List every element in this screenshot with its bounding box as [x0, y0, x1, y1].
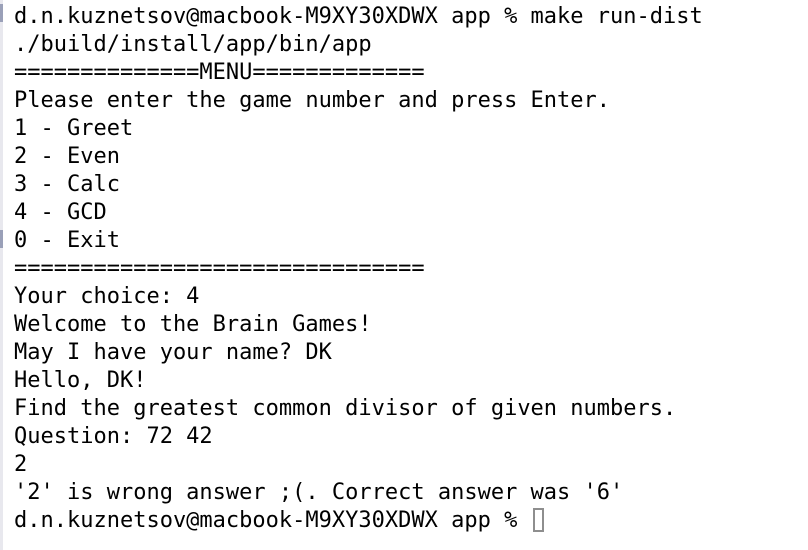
- menu-option-gcd: 4 - GCD: [14, 200, 107, 225]
- prompt-line[interactable]: d.n.kuznetsov@macbook-M9XY30XDWX app %: [14, 507, 703, 535]
- game-rules-line: Find the greatest common divisor of give…: [14, 396, 677, 421]
- greeting-line: Hello, DK!: [14, 368, 147, 393]
- terminal-window[interactable]: d.n.kuznetsov@macbook-M9XY30XDWX app % m…: [0, 0, 808, 550]
- shell-prompt: d.n.kuznetsov@macbook-M9XY30XDWX app %: [14, 508, 531, 533]
- command-line: d.n.kuznetsov@macbook-M9XY30XDWX app % m…: [14, 4, 703, 29]
- menu-header: ==============MENU=============: [14, 60, 425, 85]
- welcome-line: Welcome to the Brain Games!: [14, 312, 372, 337]
- menu-option-calc: 3 - Calc: [14, 172, 120, 197]
- terminal-output: d.n.kuznetsov@macbook-M9XY30XDWX app % m…: [14, 3, 703, 535]
- menu-footer: ===============================: [14, 256, 425, 281]
- text-cursor[interactable]: [532, 508, 544, 532]
- question-line: Question: 72 42: [14, 424, 213, 449]
- name-prompt-line: May I have your name? DK: [14, 340, 332, 365]
- window-edge-marker: [0, 230, 3, 248]
- menu-instruction: Please enter the game number and press E…: [14, 88, 611, 113]
- result-line: '2' is wrong answer ;(. Correct answer w…: [14, 480, 624, 505]
- window-edge-marker: [0, 4, 3, 22]
- menu-option-exit: 0 - Exit: [14, 228, 120, 253]
- user-answer-line: 2: [14, 452, 28, 477]
- window-left-edge: [0, 0, 3, 550]
- menu-option-even: 2 - Even: [14, 144, 120, 169]
- user-choice-line: Your choice: 4: [14, 284, 200, 309]
- output-line: ./build/install/app/bin/app: [14, 32, 372, 57]
- menu-option-greet: 1 - Greet: [14, 116, 134, 141]
